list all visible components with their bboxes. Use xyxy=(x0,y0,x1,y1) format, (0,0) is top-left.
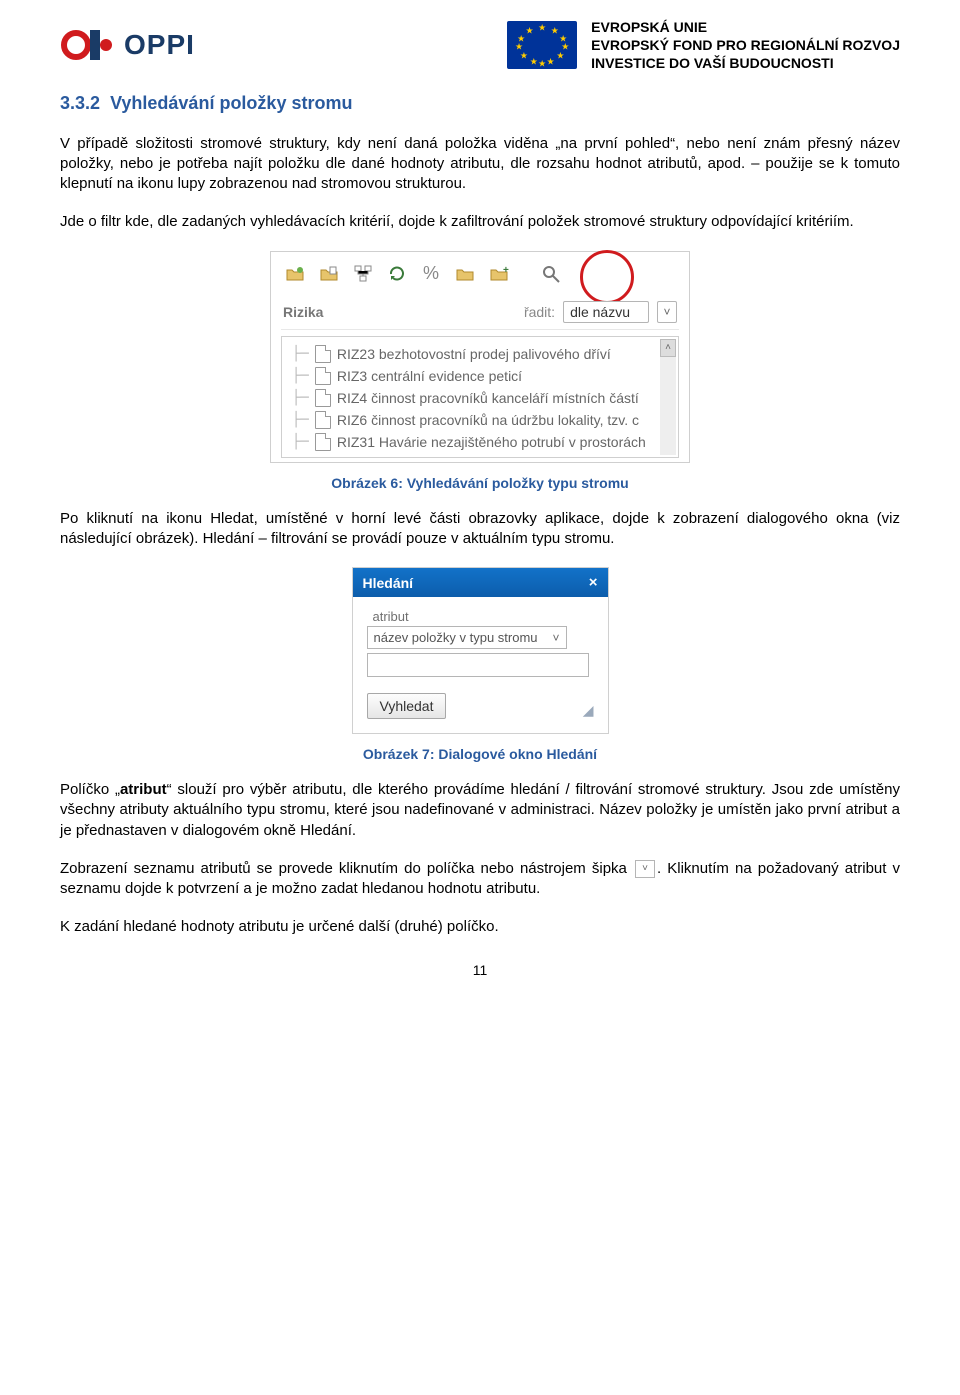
figure7-caption: Obrázek 7: Dialogové okno Hledání xyxy=(363,746,597,762)
paragraph-2: Jde o filtr kde, dle zadaných vyhledávac… xyxy=(60,212,900,232)
page-header: OPPI ★ ★ ★ ★ ★ ★ ★ ★ ★ ★ ★ ★ EVROPSKÁ UN… xyxy=(60,18,900,73)
tree-scrollbar[interactable]: ˄ xyxy=(660,339,676,455)
paragraph-4: Políčko „atribut“ slouží pro výběr atrib… xyxy=(60,780,900,841)
eu-text: EVROPSKÁ UNIE EVROPSKÝ FOND PRO REGIONÁL… xyxy=(591,18,900,73)
sort-select[interactable]: dle názvu xyxy=(563,301,649,323)
oppi-logo: OPPI xyxy=(60,24,195,66)
dropdown-chip-icon: ˅ xyxy=(635,860,655,878)
sort-label: řadit: xyxy=(524,304,555,320)
svg-text:+: + xyxy=(503,265,509,276)
figure6-tree: ├─ RIZ23 bezhotovostní prodej palivového… xyxy=(281,336,679,458)
search-value-input[interactable] xyxy=(367,653,589,677)
paragraph-1: V případě složitosti stromové struktury,… xyxy=(60,134,900,195)
folder-plus-icon[interactable]: + xyxy=(489,264,509,284)
document-icon xyxy=(315,389,331,407)
tree-item[interactable]: ├─ RIZ6 činnost pracovníků na údržbu lok… xyxy=(292,409,674,431)
figure7-body: atribut název položky v typu stromu ˅ Vy… xyxy=(353,597,608,733)
oppi-mark-icon xyxy=(60,24,114,66)
document-icon xyxy=(315,345,331,363)
paragraph-6: K zadání hledané hodnoty atributu je urč… xyxy=(60,917,900,937)
tree-item[interactable]: ├─ RIZ4 činnost pracovníků kanceláří mís… xyxy=(292,387,674,409)
figure-7: Hledání × atribut název položky v typu s… xyxy=(60,567,900,762)
close-icon[interactable]: × xyxy=(589,574,598,591)
document-icon xyxy=(315,367,331,385)
folder-open-icon[interactable] xyxy=(455,264,475,284)
search-icon[interactable] xyxy=(541,264,561,284)
folder-doc-icon[interactable] xyxy=(319,264,339,284)
resize-handle-icon[interactable]: ◢ xyxy=(583,702,594,719)
figure6-caption: Obrázek 6: Vyhledávání položky typu stro… xyxy=(331,475,628,491)
figure7-titlebar: Hledání × xyxy=(353,568,608,597)
document-icon xyxy=(315,433,331,451)
tree-item[interactable]: ├─ RIZ31 Havárie nezajištěného potrubí v… xyxy=(292,431,674,453)
section-heading: 3.3.2 Vyhledávání položky stromu xyxy=(60,93,900,114)
chevron-down-icon[interactable]: ˅ xyxy=(552,631,559,645)
figure6-panel: % + Rizika řadit: dle názvu ˅ xyxy=(270,251,690,463)
search-button[interactable]: Vyhledat xyxy=(367,693,447,719)
highlight-circle xyxy=(580,250,634,304)
page-number: 11 xyxy=(60,962,900,978)
tree-icon[interactable] xyxy=(353,264,373,284)
scroll-up-arrow-icon[interactable]: ˄ xyxy=(660,339,676,357)
tree-item[interactable]: ├─ RIZ3 centrální evidence peticí xyxy=(292,365,674,387)
figure7-title: Hledání xyxy=(363,575,414,591)
eu-block: ★ ★ ★ ★ ★ ★ ★ ★ ★ ★ ★ ★ EVROPSKÁ UNIE EV… xyxy=(507,18,900,73)
figure6-toolbar: % + xyxy=(281,262,679,298)
oppi-text: OPPI xyxy=(124,29,195,61)
eu-flag-icon: ★ ★ ★ ★ ★ ★ ★ ★ ★ ★ ★ ★ xyxy=(507,21,577,69)
refresh-icon[interactable] xyxy=(387,264,407,284)
figure-6: % + Rizika řadit: dle názvu ˅ xyxy=(60,251,900,491)
attribute-label: atribut xyxy=(367,609,594,624)
folder-new-icon[interactable] xyxy=(285,264,305,284)
figure6-sort-row: Rizika řadit: dle názvu ˅ xyxy=(281,298,679,330)
figure7-dialog: Hledání × atribut název položky v typu s… xyxy=(352,567,609,734)
document-icon xyxy=(315,411,331,429)
paragraph-3: Po kliknutí na ikonu Hledat, umístěné v … xyxy=(60,509,900,550)
tree-item[interactable]: ├─ RIZ23 bezhotovostní prodej palivového… xyxy=(292,343,674,365)
percent-icon[interactable]: % xyxy=(421,264,441,284)
paragraph-5: Zobrazení seznamu atributů se provede kl… xyxy=(60,859,900,900)
figure6-panel-title: Rizika xyxy=(283,304,323,320)
sort-dropdown-handle[interactable]: ˅ xyxy=(657,301,677,323)
attribute-select[interactable]: název položky v typu stromu ˅ xyxy=(367,626,567,649)
